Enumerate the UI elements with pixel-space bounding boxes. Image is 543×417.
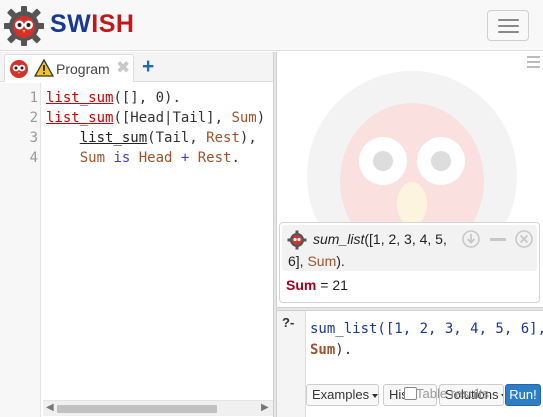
answer-query-header: sum_list([1, 2, 3, 4, 5, 6], Sum). [282,225,537,271]
brand-part-2: ISH [91,10,135,38]
code-line[interactable]: list_sum(Tail, Rest), [46,130,257,146]
code-text: ([], 0). [113,90,181,106]
code-head: list_sum [46,110,114,126]
pane-menu-bar [527,56,540,58]
code-call: list_sum [79,130,148,146]
line-number: 3 [29,130,38,146]
query-args: ). [336,253,345,269]
brand-part-1: SW [50,10,92,38]
table-results-label: Table results [416,386,489,401]
query-editor[interactable]: sum_list([1, 2, 3, 4, 5, 6], Sum). [310,319,543,361]
examples-label: Examples [312,387,370,402]
caret-down-icon [372,393,378,398]
scrollbar-thumb[interactable] [57,405,217,413]
code-text: . [231,150,240,166]
pane-menu-bar [527,61,540,63]
run-button[interactable]: Run! [505,384,541,406]
code-text: ), [239,130,257,146]
code-text: (Tail, [147,130,207,146]
prompt-label: ?- [282,315,295,330]
close-icon[interactable] [515,230,533,248]
tab-program[interactable]: Program ✖ [4,54,134,82]
brand-title[interactable]: SWISH [50,10,134,39]
owl-icon [10,60,28,78]
horizontal-scrollbar[interactable]: ◀ ▶ [43,400,273,416]
code-variable: Sum [231,110,257,126]
line-gutter: 1 2 3 4 [0,83,41,417]
close-icon[interactable]: ✖ [116,58,130,78]
plus-icon[interactable]: + [142,55,154,79]
code-line[interactable]: Sum is Head + Rest. [46,150,240,166]
hamburger-icon [498,19,519,21]
binding-value: 21 [332,277,348,293]
menu-toggle-button[interactable] [487,10,529,41]
line-number: 1 [29,90,38,106]
scroll-right-icon[interactable]: ▶ [261,402,269,413]
code-variable: Rest [189,150,232,166]
scroll-left-icon[interactable]: ◀ [46,402,54,413]
download-icon[interactable] [462,230,480,248]
code-variable: Rest [206,130,240,146]
code-text: ([Head|Tail], [113,110,232,126]
minimize-icon[interactable] [489,230,507,248]
answer-binding: Sum = 21 [286,277,348,293]
hamburger-bar [498,31,519,33]
query-variable: Sum [307,253,337,269]
hamburger-bar [498,25,519,27]
answer-card: sum_list([1, 2, 3, 4, 5, 6], Sum). Sum =… [279,222,540,303]
code-head: list_sum [46,90,114,106]
line-number: 2 [29,110,38,126]
binding-equals: = [316,277,333,293]
results-pane: sum_list([1, 2, 3, 4, 5, 6], Sum). Sum =… [277,52,543,307]
code-keyword: is [105,150,139,166]
query-pane: ?- sum_list([1, 2, 3, 4, 5, 6], Sum). Ex… [277,311,543,417]
code-line[interactable]: list_sum([Head|Tail], Sum) :- [46,110,290,126]
answer-query-text-cont: 6], Sum). [288,253,345,269]
query-args: ([1, 2, 3, 4, 5, [364,231,447,247]
warning-icon [34,59,54,77]
query-line-end: ). [335,342,353,358]
gear-owl-icon[interactable] [3,5,45,47]
editor-pane: Program ✖ + 1 2 3 4 list_sum([], 0). lis… [0,52,290,417]
navbar: SWISH [0,0,543,51]
pane-menu-icon[interactable] [527,56,540,71]
gear-icon [287,230,307,250]
pane-menu-bar [527,66,540,68]
code-variable: Sum [79,150,106,166]
query-prompt: ?- [277,311,306,417]
examples-button[interactable]: Examples [306,384,379,406]
line-number: 4 [29,150,38,166]
tab-label: Program [56,61,110,77]
query-functor: sum_list [313,231,365,247]
query-args: 6], [288,253,308,269]
tab-bar: Program ✖ + [0,52,273,82]
binding-variable: Sum [286,277,317,293]
code-variable: Head [138,150,181,166]
query-variable: Sum [310,342,336,358]
caret-down-icon [501,393,503,398]
answer-query-text: sum_list([1, 2, 3, 4, 5, [313,231,447,247]
query-line-1: sum_list([1, 2, 3, 4, 5, 6], [310,321,543,337]
code-line[interactable]: list_sum([], 0). [46,90,181,106]
